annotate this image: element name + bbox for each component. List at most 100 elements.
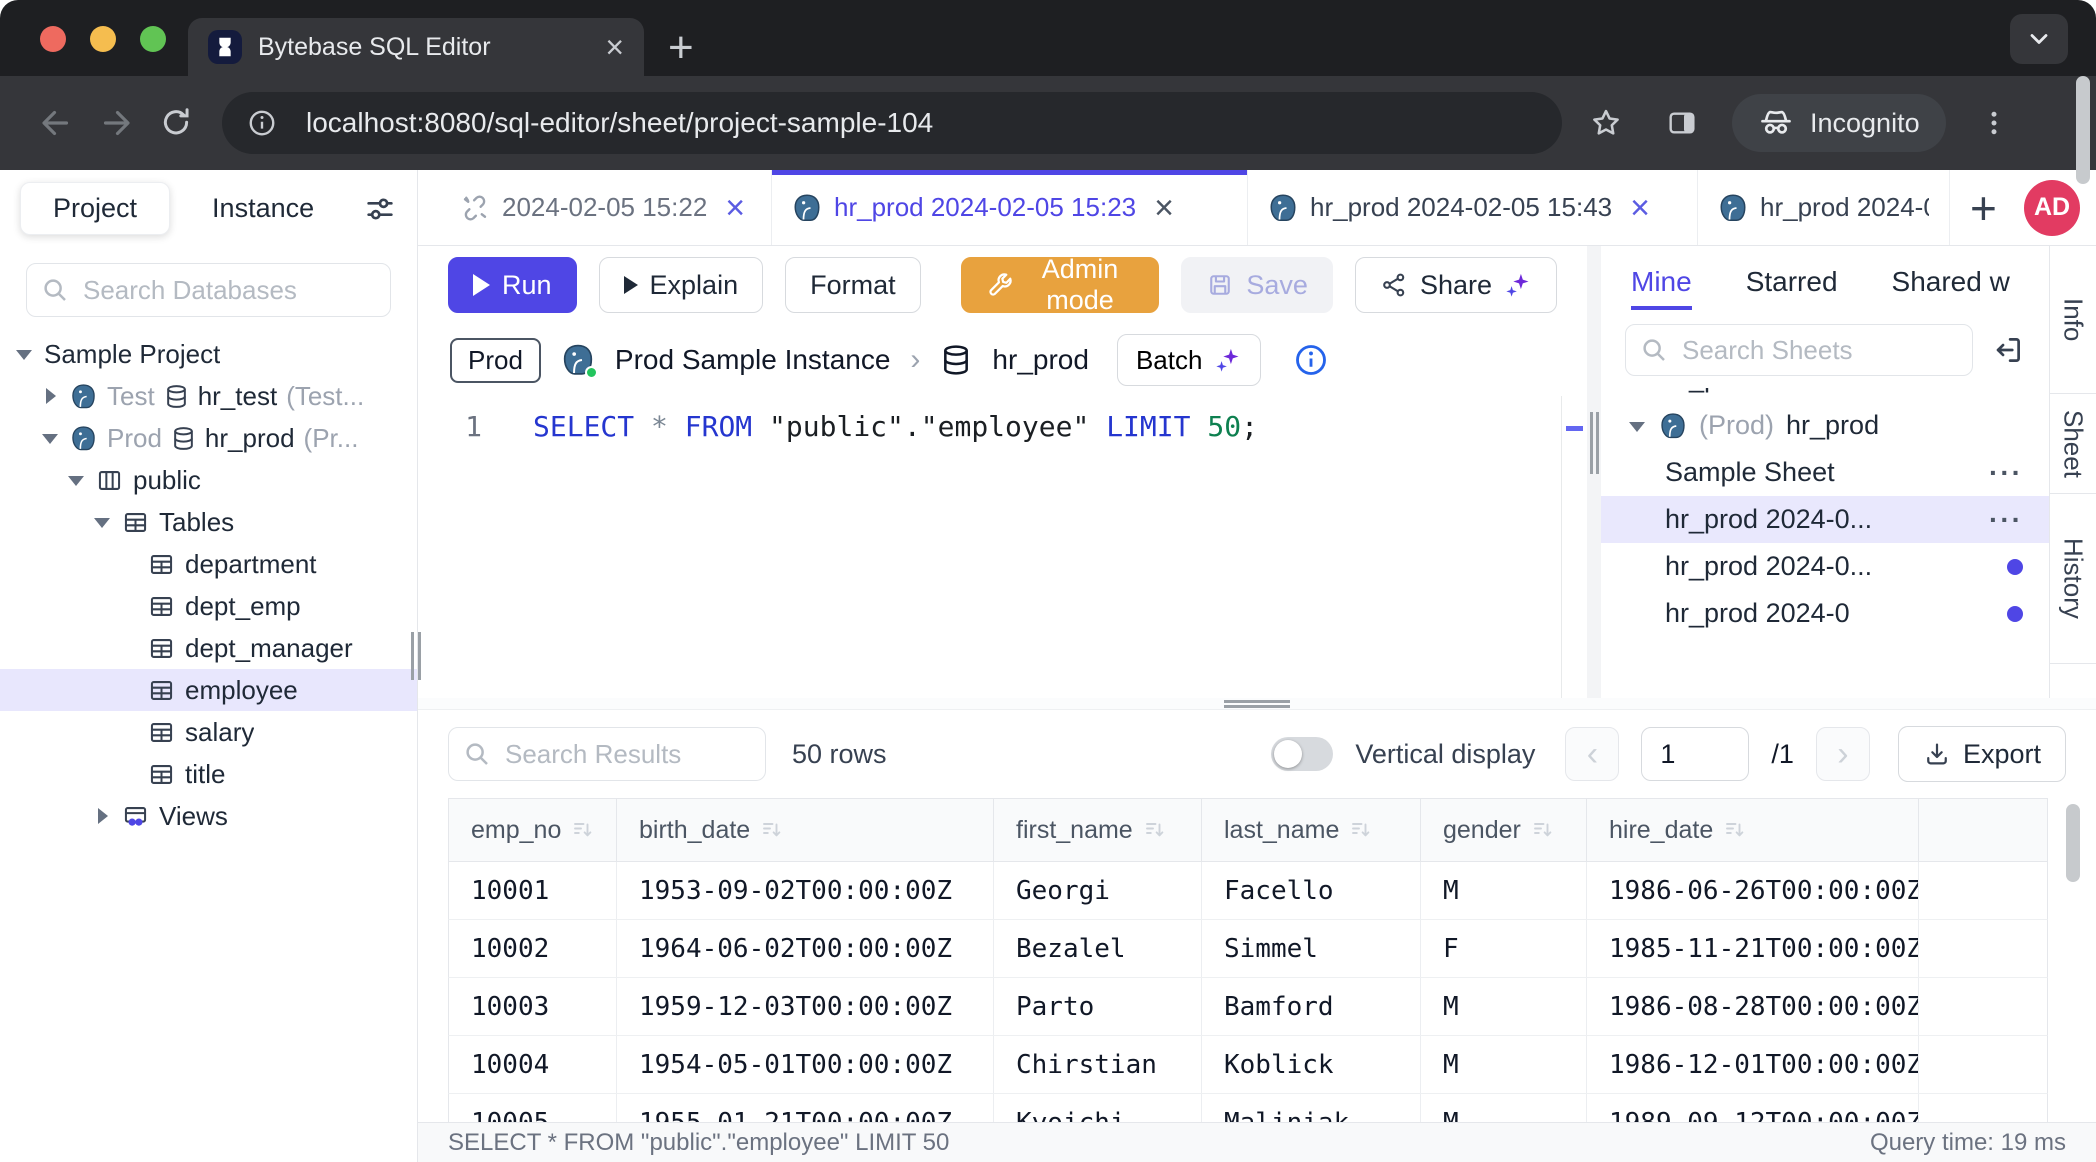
search-results-input[interactable] [448, 727, 766, 781]
sheets-tab-starred[interactable]: Starred [1746, 246, 1838, 318]
editor-tab-1[interactable]: 2024-02-05 15:22 × [440, 170, 772, 245]
format-button[interactable]: Format [785, 257, 921, 313]
rail-tab-sheet[interactable]: Sheet [2050, 394, 2096, 494]
more-menu-icon[interactable]: ··· [1989, 504, 2023, 536]
sheet-item-hr-prod-2024-0[interactable]: hr_prod 2024-0... [1601, 543, 2049, 590]
tab-search-button[interactable] [2010, 14, 2068, 64]
admin-mode-button[interactable]: Admin mode [961, 257, 1160, 313]
tree-item-hr-test[interactable]: Testhr_test(Test... [0, 375, 417, 417]
tree-item-hr-prod[interactable]: Prodhr_prod(Pr... [0, 417, 417, 459]
side-panel-icon[interactable] [1652, 93, 1712, 153]
url-bar[interactable]: localhost:8080/sql-editor/sheet/project-… [222, 92, 1562, 154]
site-info-icon[interactable] [236, 97, 288, 149]
table-row[interactable]: 100051955-01-21T00:00:00ZKyoichiMaliniak… [448, 1094, 2048, 1122]
explain-button[interactable]: Explain [599, 257, 764, 313]
sheet-item-hr-prod-2024-0[interactable]: hr_prod 2024-0...··· [1601, 496, 2049, 543]
batch-button[interactable]: Batch [1117, 334, 1262, 386]
new-tab-button[interactable]: + [668, 26, 694, 70]
sheets-tab-mine[interactable]: Mine [1631, 246, 1692, 318]
tree-item-sample-project[interactable]: Sample Project [0, 333, 417, 375]
more-menu-icon[interactable]: ··· [1989, 388, 2023, 395]
user-avatar[interactable]: AD [2024, 180, 2080, 236]
sheet-item-sample-sheet[interactable]: Sample Sheet··· [1601, 449, 2049, 496]
table-row[interactable]: 100031959-12-03T00:00:00ZPartoBamfordM19… [448, 978, 2048, 1036]
editor-tab-3[interactable]: hr_prod 2024-02-05 15:43 × [1248, 170, 1698, 245]
import-sheet-icon[interactable] [1991, 333, 2025, 367]
column-header-first-name[interactable]: first_name [994, 799, 1202, 861]
more-menu-icon[interactable]: ··· [1989, 457, 2023, 489]
close-tab-icon[interactable]: × [1154, 191, 1174, 225]
browser-tab[interactable]: Bytebase SQL Editor × [188, 18, 644, 76]
export-button[interactable]: Export [1898, 726, 2066, 782]
editor-tab-2[interactable]: hr_prod 2024-02-05 15:23 × [772, 170, 1248, 245]
caret-down-icon[interactable] [40, 428, 60, 448]
minimize-window-button[interactable] [90, 26, 116, 52]
search-databases-input[interactable] [26, 263, 391, 317]
close-tab-icon[interactable]: × [725, 191, 745, 225]
instance-name[interactable]: Prod Sample Instance [615, 344, 891, 376]
rail-tab-history[interactable]: History [2050, 494, 2096, 664]
table-row[interactable]: 100041954-05-01T00:00:00ZChirstianKoblic… [448, 1036, 2048, 1094]
column-header-birth-date[interactable]: birth_date [617, 799, 994, 861]
rail-tab-info[interactable]: Info [2050, 246, 2096, 394]
run-button[interactable]: Run [448, 257, 577, 313]
vertical-display-toggle[interactable] [1271, 737, 1333, 771]
tree-item-department[interactable]: department [0, 543, 417, 585]
search-sheets-input[interactable] [1625, 324, 1973, 376]
close-window-button[interactable] [40, 26, 66, 52]
back-icon[interactable] [26, 93, 86, 153]
splitter-drag-handle[interactable] [1224, 700, 1290, 708]
tree-item-tables[interactable]: Tables [0, 501, 417, 543]
next-page-button[interactable]: › [1816, 727, 1870, 781]
tree-item-salary[interactable]: salary [0, 711, 417, 753]
new-sheet-button[interactable]: + [1950, 185, 2017, 231]
close-tab-icon[interactable]: × [1630, 191, 1650, 225]
tree-item-views[interactable]: Views [0, 795, 417, 837]
caret-down-icon[interactable] [92, 512, 112, 532]
sheet-item-hr-prod-2024-0[interactable]: hr_prod 2024-0 [1601, 590, 2049, 637]
tab-instance[interactable]: Instance [212, 193, 314, 224]
sheets-tab-shared-w[interactable]: Shared w [1892, 246, 2010, 318]
results-horizontal-splitter[interactable] [418, 698, 2096, 710]
splitter-drag-handle[interactable] [1590, 412, 1599, 474]
editor-tab-4[interactable]: hr_prod 2024-0 [1698, 170, 1950, 245]
reload-icon[interactable] [146, 93, 206, 153]
editor-minimap[interactable] [1561, 396, 1587, 698]
table-row[interactable]: 100011953-09-02T00:00:00ZGeorgiFacelloM1… [448, 862, 2048, 920]
sidebar-resize-handle[interactable] [411, 632, 423, 680]
browser-menu-icon[interactable] [1964, 93, 2024, 153]
table-row[interactable]: 100021964-06-02T00:00:00ZBezalelSimmelF1… [448, 920, 2048, 978]
caret-down-icon[interactable] [14, 344, 34, 364]
caret-down-icon[interactable] [66, 470, 86, 490]
tab-project[interactable]: Project [20, 182, 170, 235]
caret-right-icon[interactable] [40, 386, 60, 406]
page-number-input[interactable] [1641, 727, 1749, 781]
bookmark-star-icon[interactable] [1576, 93, 1636, 153]
caret-down-icon[interactable] [1627, 416, 1647, 436]
tree-item-title[interactable]: title [0, 753, 417, 795]
forward-icon[interactable] [86, 93, 146, 153]
sheet-item-hr-prod-2024-0[interactable]: hr_prod 2024-0...··· [1601, 388, 2049, 402]
maximize-window-button[interactable] [140, 26, 166, 52]
table-scrollbar[interactable] [2066, 804, 2080, 882]
close-tab-icon[interactable]: × [605, 31, 624, 63]
panel-vertical-splitter[interactable] [1587, 246, 1601, 698]
tree-item-dept-emp[interactable]: dept_emp [0, 585, 417, 627]
tree-item-employee[interactable]: employee [0, 669, 417, 711]
tree-item-dept-manager[interactable]: dept_manager [0, 627, 417, 669]
column-header-hire-date[interactable]: hire_date [1587, 799, 1919, 861]
caret-right-icon[interactable] [92, 806, 112, 826]
column-header-last-name[interactable]: last_name [1202, 799, 1421, 861]
filter-settings-icon[interactable] [363, 192, 397, 226]
share-button[interactable]: Share [1355, 257, 1557, 313]
database-name[interactable]: hr_prod [992, 344, 1089, 376]
cell-hire-date: 1986-12-01T00:00:00Z [1587, 1036, 1919, 1093]
tree-item-public[interactable]: public [0, 459, 417, 501]
column-header-gender[interactable]: gender [1421, 799, 1587, 861]
save-button[interactable]: Save [1181, 257, 1333, 313]
info-icon[interactable] [1293, 342, 1329, 378]
sql-editor[interactable]: 1 SELECT * FROM "public"."employee" LIMI… [418, 396, 1587, 698]
prev-page-button[interactable]: ‹ [1565, 727, 1619, 781]
sheet-group-hr-prod[interactable]: (Prod) hr_prod [1601, 402, 2049, 449]
column-header-emp-no[interactable]: emp_no [449, 799, 617, 861]
